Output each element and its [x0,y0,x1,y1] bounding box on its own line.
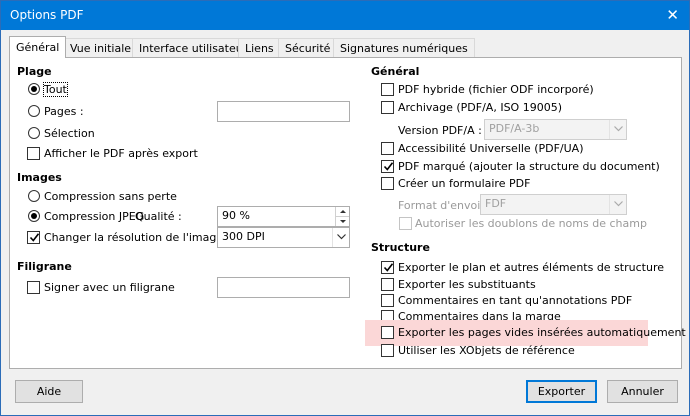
tab-signatures-numeriques[interactable]: Signatures numériques [333,38,475,58]
aide-button[interactable]: Aide [15,380,83,403]
checkbox-afficher-pdf[interactable] [27,147,40,160]
checkbox-afficher-pdf-label[interactable]: Afficher le PDF après export [44,147,198,160]
checkbox-exporter-substituants[interactable] [381,278,394,291]
chevron-down-icon[interactable] [332,228,349,247]
format-envoi-value: FDF [485,197,507,210]
checkbox-pdf-marque[interactable] [381,160,394,173]
checkbox-doublons-label[interactable]: Autoriser les doublons de noms de champ [415,217,647,230]
section-heading-images: Images [17,171,62,184]
radio-selection[interactable] [28,127,40,139]
checkbox-commentaires-annotations-label[interactable]: Commentaires en tant qu'annotations PDF [398,294,632,307]
checkbox-archivage[interactable] [381,101,394,114]
checkbox-commentaires-annotations[interactable] [381,294,394,307]
section-heading-structure: Structure [371,241,430,254]
radio-compression-sans-perte[interactable] [28,190,40,202]
checkbox-pdf-hybride-label[interactable]: PDF hybride (fichier ODF incorporé) [398,83,594,96]
checkmark-icon [383,263,394,272]
section-heading-plage: Plage [17,65,52,78]
resolution-select[interactable]: 300 DPI [217,227,350,248]
checkbox-xobjets-label[interactable]: Utiliser les XObjets de référence [398,344,575,357]
section-heading-general: Général [371,65,420,78]
exporter-button[interactable]: Exporter [526,380,597,403]
pdf-options-dialog: Options PDF ✕ Général Vue initiale Inter… [0,0,690,416]
chevron-down-icon [609,195,626,214]
close-icon[interactable]: ✕ [666,6,679,24]
annuler-button[interactable]: Annuler [607,380,678,403]
title-bar: Options PDF ✕ [1,1,689,30]
checkbox-pdf-marque-label[interactable]: PDF marqué (ajouter la structure du docu… [398,160,660,173]
tab-liens[interactable]: Liens [238,38,281,58]
tab-general[interactable]: Général [9,36,67,58]
version-pdfa-value: PDF/A-3b [489,122,540,135]
window-title: Options PDF [10,8,84,22]
format-envoi-select[interactable]: FDF [480,194,627,215]
spin-down-icon[interactable] [336,217,349,227]
checkbox-xobjets[interactable] [381,344,394,357]
radio-pages-label[interactable]: Pages : [44,105,84,118]
radio-tout-label[interactable]: Tout [43,82,68,97]
checkmark-icon [29,233,40,242]
checkbox-exporter-pages-vides-label[interactable]: Exporter les pages vides insérées automa… [398,326,686,339]
checkmark-icon [383,162,394,171]
checkbox-pdf-hybride[interactable] [381,83,394,96]
spin-up-icon[interactable] [336,207,349,217]
filigrane-input[interactable] [217,277,350,298]
checkbox-exporter-pages-vides[interactable] [381,326,394,339]
checkbox-signer-filigrane-label[interactable]: Signer avec un filigrane [44,281,175,294]
checkbox-accessibilite[interactable] [381,142,394,155]
radio-compression-jpeg-label[interactable]: Compression JPEG [44,210,144,223]
radio-compression-sans-perte-label[interactable]: Compression sans perte [44,190,177,203]
tab-securite[interactable]: Sécurité [278,38,338,58]
checkbox-exporter-plan-label[interactable]: Exporter le plan et autres éléments de s… [398,261,664,274]
checkbox-signer-filigrane[interactable] [27,281,40,294]
chevron-down-icon [609,120,626,139]
tab-interface-utilisateur[interactable]: Interface utilisateur [132,38,255,58]
radio-compression-jpeg[interactable] [28,210,40,222]
version-pdfa-select[interactable]: PDF/A-3b [484,119,627,140]
checkbox-archivage-label[interactable]: Archivage (PDF/A, ISO 19005) [398,101,562,114]
qualite-spinbox[interactable]: 90 % [217,206,350,227]
radio-tout[interactable] [28,83,40,95]
checkbox-doublons[interactable] [399,217,412,230]
checkbox-exporter-substituants-label[interactable]: Exporter les substituants [398,278,536,291]
version-pdfa-label: Version PDF/A : [398,124,482,137]
checkbox-changer-resolution[interactable] [27,231,40,244]
qualite-value: 90 % [222,209,250,222]
qualite-label: Qualité : [135,210,182,223]
format-envoi-label: Format d'envoi : [398,199,488,212]
checkbox-accessibilite-label[interactable]: Accessibilité Universelle (PDF/UA) [398,142,584,155]
checkbox-exporter-plan[interactable] [381,261,394,274]
radio-selection-label[interactable]: Sélection [44,127,95,140]
radio-pages[interactable] [28,105,40,117]
tab-panel-general: Plage Tout Pages : Sélection Afficher le… [9,57,686,369]
resolution-value: 300 DPI [222,230,265,243]
tab-vue-initiale[interactable]: Vue initiale [63,38,139,58]
checkbox-creer-formulaire-label[interactable]: Créer un formulaire PDF [398,177,530,190]
spin-buttons[interactable] [335,207,349,226]
pages-input[interactable] [217,101,350,122]
checkbox-creer-formulaire[interactable] [381,177,394,190]
section-heading-filigrane: Filigrane [17,260,72,273]
